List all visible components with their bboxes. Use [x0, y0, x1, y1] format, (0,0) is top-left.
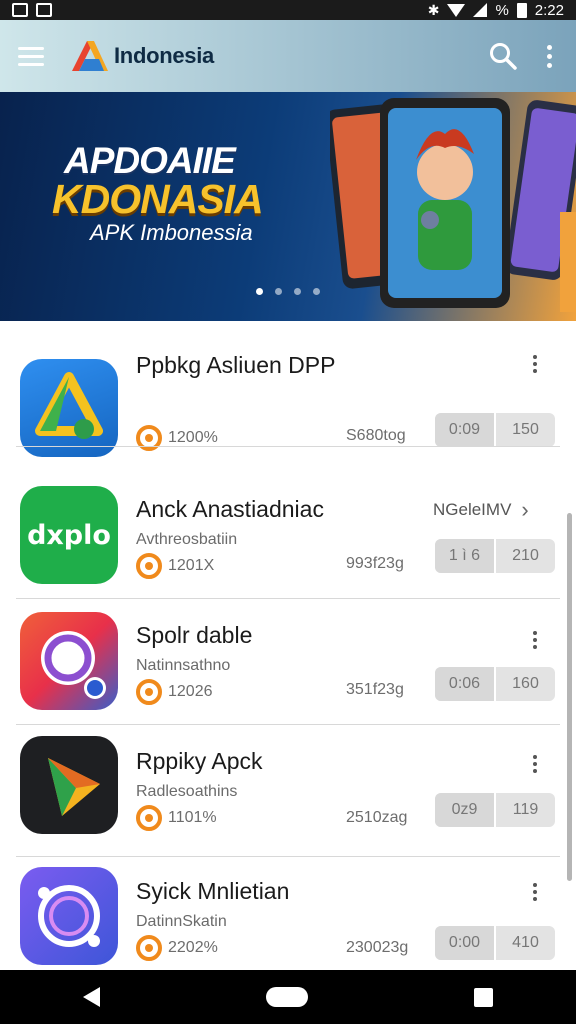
- play-triangle-icon[interactable]: [20, 736, 118, 834]
- action-buttons: 0:09 150: [435, 413, 555, 447]
- gallery-notification-icon: [36, 3, 52, 17]
- app-name: Syick Mnlietian: [136, 878, 290, 904]
- banner-dot[interactable]: [294, 288, 301, 295]
- home-icon[interactable]: [266, 987, 308, 1007]
- rating-value: 1200%: [168, 429, 218, 446]
- app-rating: 1200%: [136, 425, 218, 451]
- bluetooth-icon: ✱: [427, 1, 440, 18]
- app-bar: Indonesia: [0, 20, 576, 92]
- rating-value: 2202%: [168, 939, 218, 956]
- more-options-icon[interactable]: [544, 44, 554, 68]
- action-buttons: 0:00 410: [435, 926, 555, 960]
- action-button-left[interactable]: 1 ì 6: [435, 539, 496, 573]
- action-button-left[interactable]: 0:09: [435, 413, 496, 447]
- circle-logo-icon[interactable]: [20, 867, 118, 965]
- app-subtitle: DatinnSkatin: [136, 913, 227, 930]
- banner-dot[interactable]: [313, 288, 320, 295]
- action-buttons: 0:06 160: [435, 667, 555, 701]
- app-list-item[interactable]: Spolr dable Natinnsathno 12026 351f23g 0…: [0, 599, 576, 725]
- action-button-right[interactable]: 160: [496, 667, 555, 701]
- search-icon[interactable]: [488, 41, 518, 71]
- banner-dot[interactable]: [256, 288, 263, 295]
- row-link-label: NGeleIMV: [433, 500, 512, 519]
- action-button-left[interactable]: 0:00: [435, 926, 496, 960]
- status-left: [12, 3, 52, 17]
- phones-illustration: [330, 98, 576, 312]
- rating-badge-icon: [136, 935, 162, 961]
- app-bar-actions: [488, 41, 554, 71]
- app-rating: 12026: [136, 679, 213, 705]
- app-list-item[interactable]: Rppiky Apck Radlesoathins 1101% 2510zag …: [0, 725, 576, 857]
- action-buttons: 0z9 119: [435, 793, 555, 827]
- row-more-options-icon[interactable]: [533, 355, 537, 373]
- rating-badge-icon: [136, 553, 162, 579]
- app-size: S680tog: [346, 427, 406, 444]
- status-bar: ✱ % 2:22: [0, 0, 576, 20]
- back-icon[interactable]: [83, 987, 100, 1007]
- app-list: Ppbkg Asliuen DPP 1200% S680tog 0:09 150…: [0, 321, 576, 970]
- action-button-right[interactable]: 150: [496, 413, 555, 447]
- row-more-options-icon[interactable]: [533, 755, 537, 773]
- drive-triangle-icon[interactable]: [20, 359, 118, 457]
- app-name: Ppbkg Asliuen DPP: [136, 352, 336, 378]
- app-rating: 1201X: [136, 553, 214, 579]
- app-list-item[interactable]: Ppbkg Asliuen DPP 1200% S680tog 0:09 150: [0, 321, 576, 457]
- signal-icon: [473, 3, 488, 17]
- app-list-item[interactable]: dxplo Anck Anastiadniac Avthreosbatiin 1…: [0, 473, 576, 599]
- app-logo-icon: [72, 41, 108, 71]
- app-name: Anck Anastiadniac: [136, 496, 324, 522]
- menu-icon[interactable]: [18, 36, 58, 76]
- rating-badge-icon: [136, 679, 162, 705]
- recent-apps-icon[interactable]: [474, 987, 493, 1007]
- row-link[interactable]: NGeleIMV ›: [433, 497, 529, 523]
- app-size: 230023g: [346, 939, 409, 956]
- ring-logo-icon[interactable]: [20, 612, 118, 710]
- banner-subtitle: APK Imbonessia: [90, 220, 253, 245]
- app-name: Spolr dable: [136, 622, 253, 648]
- rating-badge-icon: [136, 805, 162, 831]
- app-title: Indonesia: [114, 43, 214, 68]
- chevron-right-icon: ›: [521, 497, 529, 522]
- action-button-right[interactable]: 210: [496, 539, 555, 573]
- battery-percent: %: [495, 1, 509, 19]
- navigation-bar: [0, 970, 576, 1024]
- app-rating: 2202%: [136, 935, 218, 961]
- app-rating: 1101%: [136, 805, 217, 831]
- rating-value: 1101%: [168, 809, 217, 826]
- scrollbar[interactable]: [567, 513, 572, 881]
- app-subtitle: Radlesoathins: [136, 783, 238, 800]
- battery-icon: [516, 2, 527, 18]
- row-more-options-icon[interactable]: [533, 883, 537, 901]
- app-size: 2510zag: [346, 809, 408, 826]
- promo-banner[interactable]: APDOAIIE KDONASIA APK Imbonessia: [0, 92, 576, 321]
- action-button-left[interactable]: 0z9: [435, 793, 496, 827]
- app-size: 993f23g: [346, 555, 404, 572]
- status-right: ✱ % 2:22: [428, 2, 564, 19]
- gmail-notification-icon: [12, 3, 28, 17]
- rating-value: 1201X: [168, 557, 215, 574]
- app-size: 351f23g: [346, 681, 404, 698]
- app-subtitle: Natinnsathno: [136, 657, 231, 674]
- banner-dot[interactable]: [275, 288, 282, 295]
- status-time: 2:22: [534, 1, 564, 19]
- banner-title-line2: KDONASIA: [52, 176, 264, 222]
- divider: [16, 446, 560, 447]
- action-button-right[interactable]: 119: [496, 793, 555, 827]
- action-buttons: 1 ì 6 210: [435, 539, 555, 573]
- rating-badge-icon: [136, 425, 162, 451]
- action-button-right[interactable]: 410: [496, 926, 555, 960]
- dxplo-text-icon[interactable]: dxplo: [20, 486, 118, 584]
- app-name: Rppiky Apck: [136, 748, 263, 774]
- row-more-options-icon[interactable]: [533, 631, 537, 649]
- banner-pagination: [0, 288, 576, 295]
- app-subtitle: Avthreosbatiin: [136, 531, 238, 548]
- app-list-item[interactable]: Syick Mnlietian DatinnSkatin 2202% 23002…: [0, 857, 576, 970]
- action-button-left[interactable]: 0:06: [435, 667, 496, 701]
- rating-value: 12026: [168, 683, 213, 700]
- wifi-icon: [447, 3, 466, 17]
